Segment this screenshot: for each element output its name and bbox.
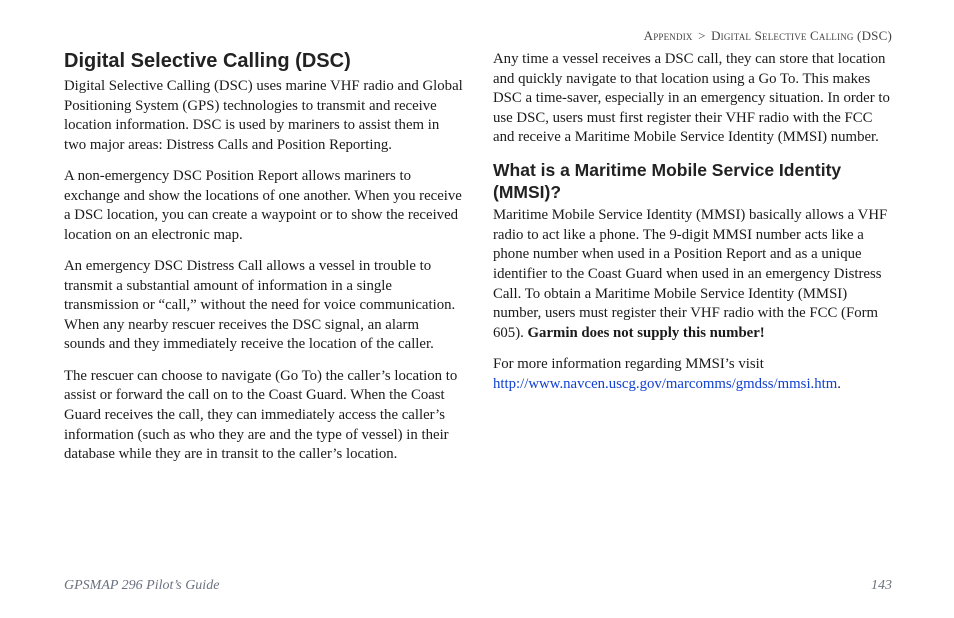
dsc-rescuer-paragraph: The rescuer can choose to navigate (Go T… (64, 367, 463, 465)
section-heading-dsc: Digital Selective Calling (DSC) (64, 50, 463, 73)
breadcrumb: Appendix > Digital Selective Calling (DS… (64, 28, 892, 44)
footer-page-number: 143 (871, 578, 892, 594)
breadcrumb-sep: > (698, 28, 706, 43)
mmsi-more-info-tail: . (837, 376, 841, 392)
mmsi-description-text: Maritime Mobile Service Identity (MMSI) … (493, 207, 887, 340)
dsc-usage-paragraph: Any time a vessel receives a DSC call, t… (493, 50, 892, 148)
dsc-position-report-paragraph: A non-emergency DSC Position Report allo… (64, 167, 463, 245)
mmsi-more-info-paragraph: For more information regarding MMSI’s vi… (493, 355, 892, 394)
left-column: Digital Selective Calling (DSC) Digital … (64, 50, 463, 475)
breadcrumb-section: Appendix (644, 28, 693, 43)
dsc-intro-paragraph: Digital Selective Calling (DSC) uses mar… (64, 77, 463, 155)
right-column: Any time a vessel receives a DSC call, t… (493, 50, 892, 475)
dsc-distress-call-paragraph: An emergency DSC Distress Call allows a … (64, 257, 463, 355)
page-footer: GPSMAP 296 Pilot’s Guide 143 (64, 578, 892, 594)
content-columns: Digital Selective Calling (DSC) Digital … (64, 50, 892, 475)
mmsi-link[interactable]: http://www.navcen.uscg.gov/marcomms/gmds… (493, 376, 837, 392)
mmsi-more-info-lead: For more information regarding MMSI’s vi… (493, 356, 764, 372)
footer-guide-title: GPSMAP 296 Pilot’s Guide (64, 578, 219, 594)
mmsi-description-paragraph: Maritime Mobile Service Identity (MMSI) … (493, 206, 892, 343)
mmsi-garmin-note: Garmin does not supply this number! (528, 325, 765, 341)
section-heading-mmsi: What is a Maritime Mobile Service Identi… (493, 160, 892, 204)
breadcrumb-page: Digital Selective Calling (DSC) (711, 28, 892, 43)
